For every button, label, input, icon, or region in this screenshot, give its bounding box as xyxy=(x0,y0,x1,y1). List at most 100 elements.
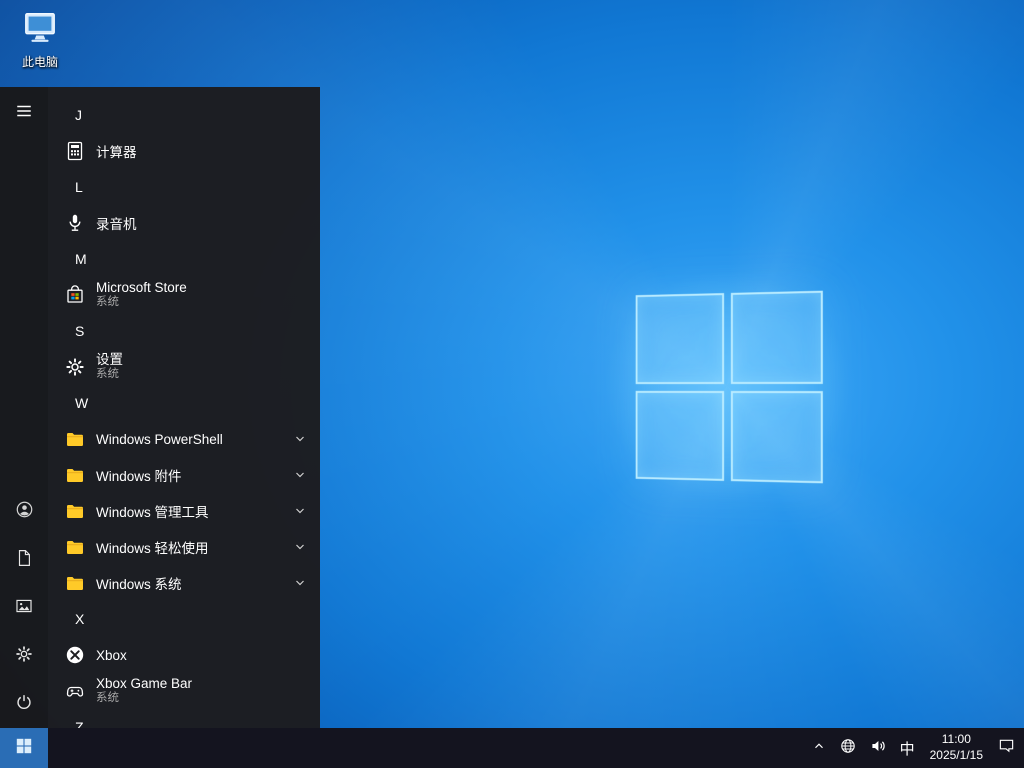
app-sublabel: 系统 xyxy=(96,692,119,705)
pictures-button[interactable] xyxy=(0,584,48,632)
logo-pane xyxy=(730,390,823,484)
account-button[interactable] xyxy=(0,488,48,536)
start-menu: J 计算器 L 录音机 M Microsoft Store 系统 S 设置 系统… xyxy=(0,87,320,728)
section-header-s[interactable]: S xyxy=(48,313,320,349)
clock-date: 2025/1/15 xyxy=(929,748,983,762)
gamebar-icon xyxy=(64,680,86,702)
ime-mode-label: 中 xyxy=(899,740,915,758)
taskbar-empty-area xyxy=(48,728,805,768)
app-label: 计算器 xyxy=(96,145,137,160)
chevron-down-icon[interactable] xyxy=(294,541,306,553)
documents-button[interactable] xyxy=(0,536,48,584)
taskbar-clock[interactable]: 11:00 2025/1/15 xyxy=(922,728,991,768)
app-item-settings[interactable]: 设置 系统 xyxy=(48,349,320,385)
chevron-down-icon[interactable] xyxy=(294,577,306,589)
app-label: 设置 xyxy=(96,352,123,367)
action-center-icon xyxy=(998,737,1015,759)
start-expand-button[interactable] xyxy=(0,87,48,139)
app-item-voice-recorder[interactable]: 录音机 xyxy=(48,205,320,241)
wallpaper-windows-logo xyxy=(635,290,823,484)
start-menu-rail xyxy=(0,87,48,728)
app-sublabel: 系统 xyxy=(96,368,119,381)
folder-icon xyxy=(64,428,86,450)
app-label: Windows 管理工具 xyxy=(96,505,209,520)
folder-icon xyxy=(64,572,86,594)
chevron-down-icon[interactable] xyxy=(294,505,306,517)
app-item-microsoft-store[interactable]: Microsoft Store 系统 xyxy=(48,277,320,313)
app-label: Xbox xyxy=(96,647,127,663)
logo-pane xyxy=(730,290,823,384)
folder-icon xyxy=(64,536,86,558)
action-center-button[interactable] xyxy=(991,728,1022,768)
windows-logo-icon xyxy=(15,737,33,760)
section-header-j[interactable]: J xyxy=(48,97,320,133)
app-label: Windows 轻松使用 xyxy=(96,541,209,556)
section-header-w[interactable]: W xyxy=(48,385,320,421)
desktop-icon-label: 此电脑 xyxy=(21,55,58,69)
logo-pane xyxy=(635,293,724,384)
gear-icon xyxy=(64,356,86,378)
app-label: Windows 系统 xyxy=(96,577,182,592)
power-button[interactable] xyxy=(0,680,48,728)
chevron-up-icon xyxy=(812,739,826,758)
start-button[interactable] xyxy=(0,728,48,768)
store-icon xyxy=(64,284,86,306)
section-letter: M xyxy=(75,251,87,267)
app-label: 录音机 xyxy=(96,217,137,232)
desktop-background: 此电脑 J 计算器 L 录音机 M Microsoft Store 系统 S 设… xyxy=(0,0,1024,768)
section-header-m[interactable]: M xyxy=(48,241,320,277)
this-pc-icon xyxy=(21,8,59,51)
picture-icon xyxy=(15,597,33,620)
ime-indicator[interactable]: 中 xyxy=(893,728,922,768)
calculator-icon xyxy=(64,140,86,162)
chevron-down-icon[interactable] xyxy=(294,433,306,445)
folder-icon xyxy=(64,500,86,522)
section-letter: W xyxy=(75,395,89,411)
app-sublabel: 系统 xyxy=(96,296,119,309)
folder-icon xyxy=(64,464,86,486)
power-icon xyxy=(15,693,33,716)
taskbar: 中 11:00 2025/1/15 xyxy=(0,728,1024,768)
clock-time: 11:00 xyxy=(941,732,971,747)
section-header-x[interactable]: X xyxy=(48,601,320,637)
app-label: Xbox Game Bar xyxy=(96,676,193,691)
gear-icon xyxy=(15,645,33,668)
xbox-icon xyxy=(64,644,86,666)
app-group-windows-ease-of-access[interactable]: Windows 轻松使用 xyxy=(48,529,320,565)
section-header-z[interactable]: Z xyxy=(48,709,320,728)
tray-overflow-button[interactable] xyxy=(805,728,833,768)
app-item-xbox[interactable]: Xbox xyxy=(48,637,320,673)
app-label: Windows PowerShell xyxy=(96,431,223,447)
section-letter: X xyxy=(75,611,85,627)
speaker-icon xyxy=(870,738,886,759)
system-tray: 中 11:00 2025/1/15 xyxy=(805,728,1024,768)
microphone-icon xyxy=(64,212,86,234)
hamburger-icon xyxy=(15,102,33,125)
section-letter: Z xyxy=(75,719,84,728)
document-icon xyxy=(15,549,33,572)
app-group-windows-admin-tools[interactable]: Windows 管理工具 xyxy=(48,493,320,529)
app-item-calculator[interactable]: 计算器 xyxy=(48,133,320,169)
volume-button[interactable] xyxy=(863,728,893,768)
app-group-windows-powershell[interactable]: Windows PowerShell xyxy=(48,421,320,457)
app-group-windows-system[interactable]: Windows 系统 xyxy=(48,565,320,601)
desktop-icon-this-pc[interactable]: 此电脑 xyxy=(12,8,68,70)
network-button[interactable] xyxy=(833,728,863,768)
section-letter: L xyxy=(75,179,83,195)
app-labels: Xbox Game Bar 系统 xyxy=(96,676,192,706)
app-group-windows-accessories[interactable]: Windows 附件 xyxy=(48,457,320,493)
chevron-down-icon[interactable] xyxy=(294,469,306,481)
settings-button[interactable] xyxy=(0,632,48,680)
section-header-l[interactable]: L xyxy=(48,169,320,205)
app-label: Microsoft Store xyxy=(96,280,187,295)
globe-icon xyxy=(840,738,856,759)
app-labels: Microsoft Store 系统 xyxy=(96,280,187,310)
section-letter: S xyxy=(75,323,85,339)
app-labels: 设置 系统 xyxy=(96,352,123,382)
logo-pane xyxy=(635,390,724,481)
section-letter: J xyxy=(75,107,82,123)
user-icon xyxy=(15,500,34,524)
app-item-xbox-game-bar[interactable]: Xbox Game Bar 系统 xyxy=(48,673,320,709)
app-label: Windows 附件 xyxy=(96,469,182,484)
start-app-list: J 计算器 L 录音机 M Microsoft Store 系统 S 设置 系统… xyxy=(48,87,320,728)
